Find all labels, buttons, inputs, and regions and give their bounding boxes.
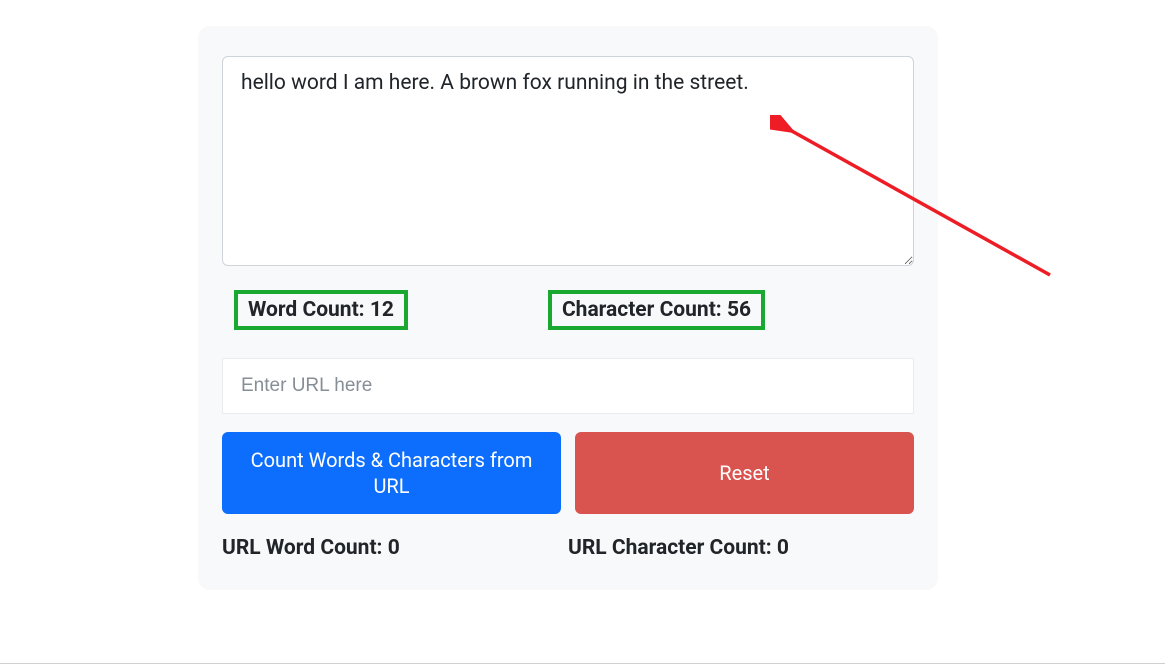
- url-word-count-label: URL Word Count:: [222, 536, 388, 560]
- word-count-value: 12: [370, 298, 394, 322]
- button-row: Count Words & Characters from URL Reset: [222, 432, 914, 514]
- char-count-display: Character Count: 56: [548, 290, 765, 330]
- counts-row: Word Count: 12 Character Count: 56: [222, 290, 914, 330]
- text-input[interactable]: [222, 56, 914, 266]
- url-char-count-value: 0: [777, 536, 789, 560]
- url-input-container: [222, 358, 914, 414]
- url-word-count-display: URL Word Count: 0: [222, 536, 568, 560]
- url-word-count-value: 0: [388, 536, 400, 560]
- url-char-count-label: URL Character Count:: [568, 536, 777, 560]
- textarea-container: [222, 56, 914, 270]
- reset-button[interactable]: Reset: [575, 432, 914, 514]
- char-count-label: Character Count:: [562, 298, 727, 322]
- url-char-count-display: URL Character Count: 0: [568, 536, 914, 560]
- word-count-display: Word Count: 12: [234, 290, 408, 330]
- word-counter-card: Word Count: 12 Character Count: 56 Count…: [198, 26, 938, 590]
- count-url-button[interactable]: Count Words & Characters from URL: [222, 432, 561, 514]
- char-count-value: 56: [727, 298, 751, 322]
- url-counts-row: URL Word Count: 0 URL Character Count: 0: [222, 536, 914, 560]
- url-input[interactable]: [222, 358, 914, 414]
- word-count-label: Word Count:: [248, 298, 370, 322]
